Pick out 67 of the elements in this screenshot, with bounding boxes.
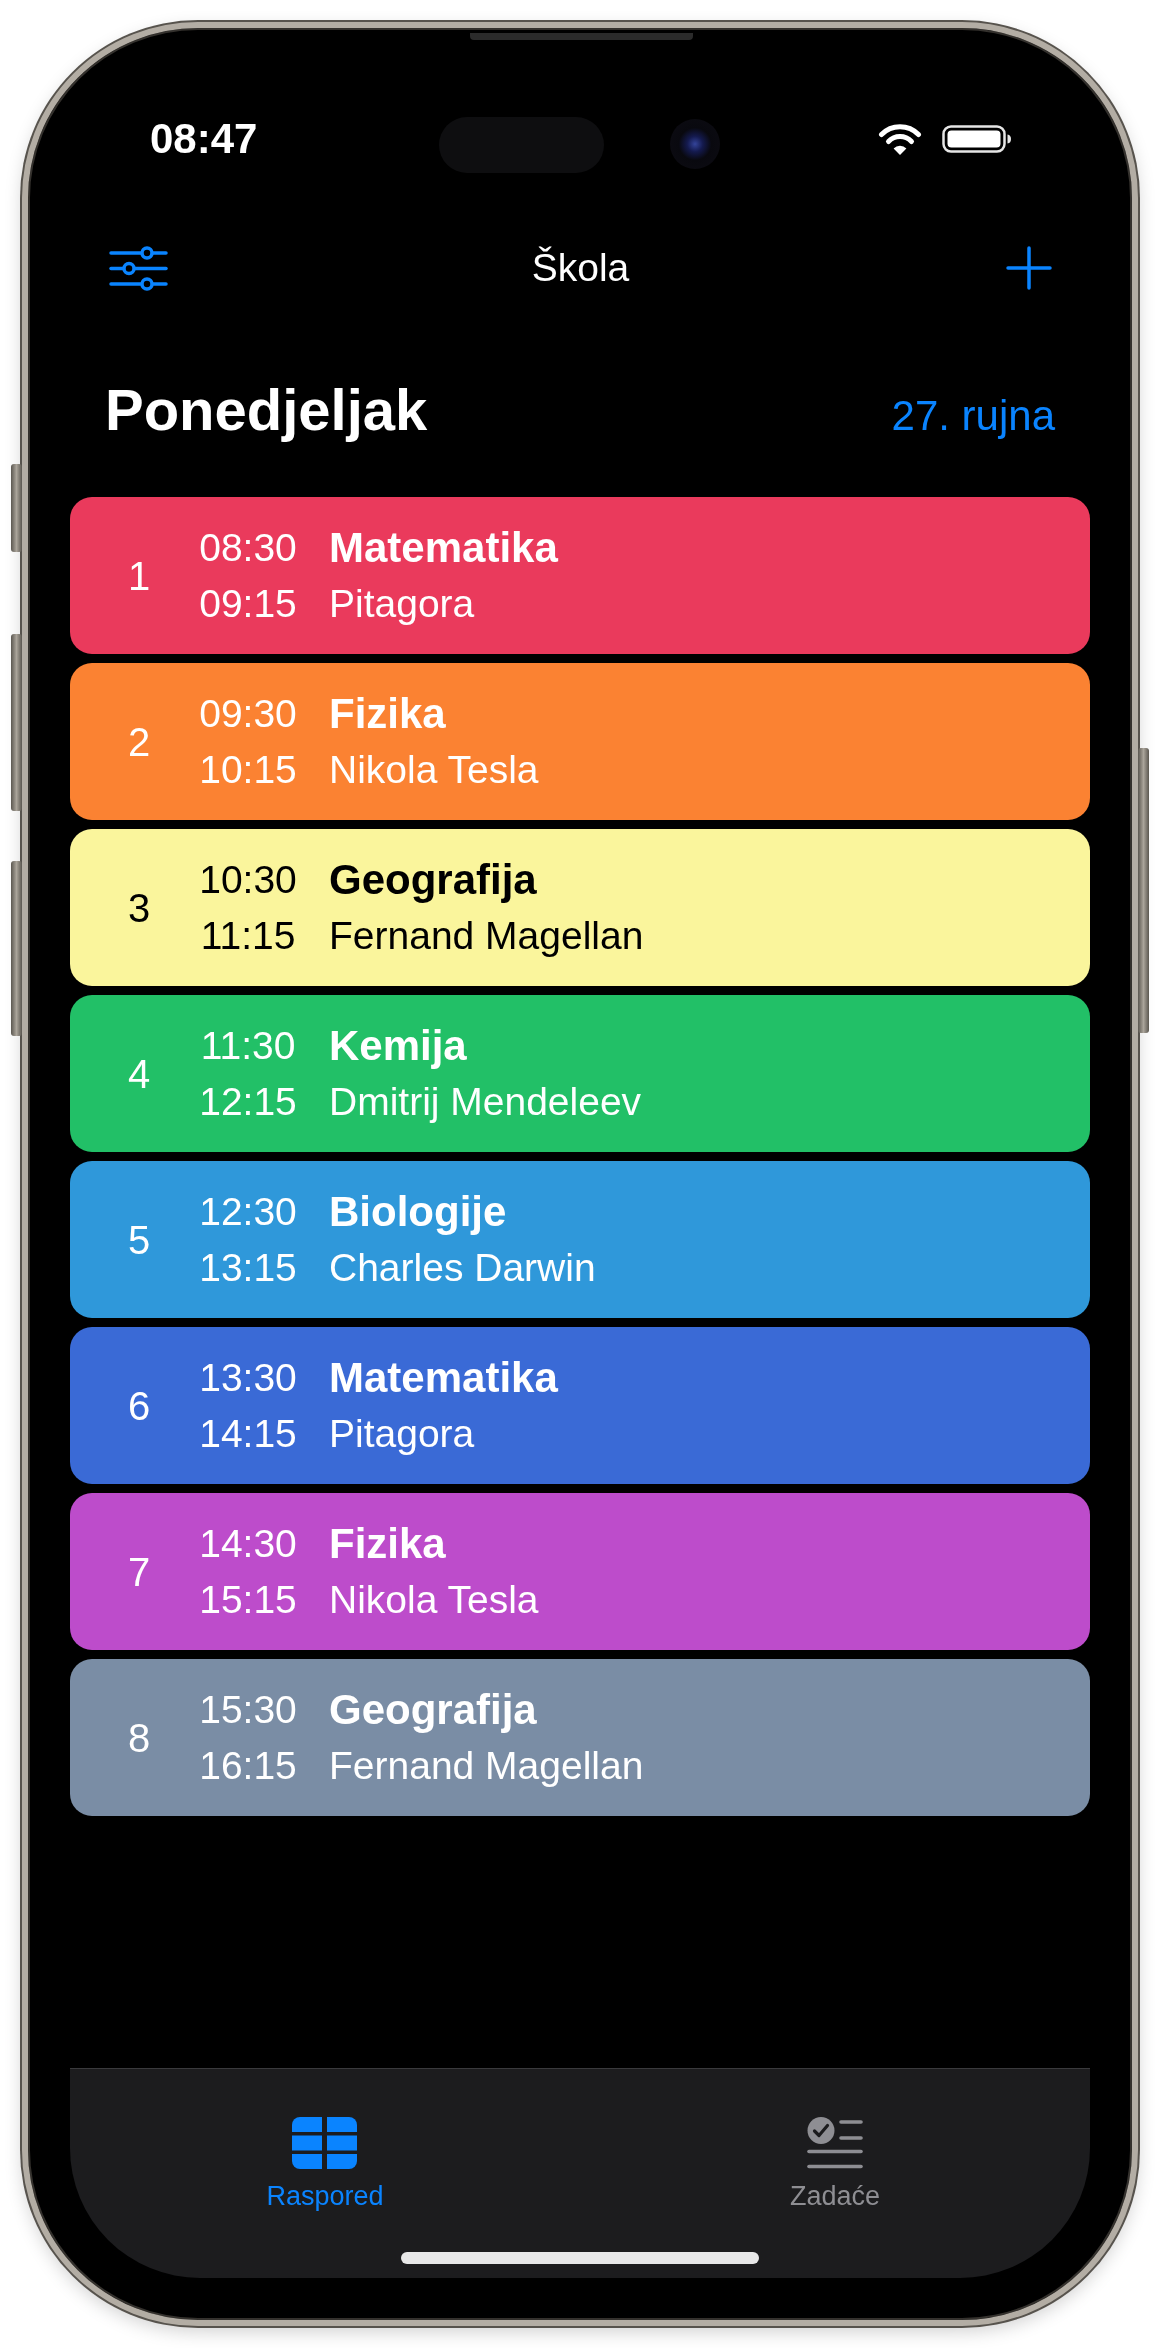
teacher-name: Dmitrij Mendeleev [329,1078,642,1125]
subject-name: Fizika [329,688,446,739]
lesson-number: 3 [127,884,151,931]
start-time: 14:30 [199,1520,297,1567]
volume-button[interactable] [11,861,22,1036]
end-time: 13:15 [199,1244,297,1291]
end-time: 11:15 [200,912,296,959]
subject-name: Kemija [329,1020,467,1071]
start-time: 09:30 [199,690,297,737]
end-time: 15:15 [199,1576,297,1623]
teacher-name: Fernand Magellan [329,1742,644,1789]
checklist-icon [807,2117,863,2169]
tab-item[interactable]: Raspored [260,2117,390,2211]
day-title: Ponedjeljak [105,377,428,443]
lesson-number: 8 [127,1714,151,1761]
subject-name: Fizika [329,1518,446,1569]
lesson-card[interactable]: 1 08:30 09:15 Matematika Pitagora [70,497,1090,654]
status-time: 08:47 [150,115,258,163]
lesson-card[interactable]: 6 13:30 14:15 Matematika Pitagora [70,1327,1090,1484]
tab-item[interactable]: Zadaće [783,2117,887,2211]
sliders-icon [109,245,168,291]
lesson-number: 7 [127,1548,151,1595]
teacher-name: Nikola Tesla [329,1576,539,1623]
end-time: 09:15 [199,580,297,627]
battery-icon [942,125,1012,153]
start-time: 08:30 [199,524,297,571]
lesson-number: 1 [127,552,151,599]
start-time: 12:30 [199,1188,297,1235]
subject-name: Matematika [329,1352,558,1403]
start-time: 13:30 [199,1354,297,1401]
end-time: 10:15 [199,746,297,793]
lesson-card[interactable]: 3 10:30 11:15 Geografija Fernand Magellan [70,829,1090,986]
teacher-name: Pitagora [329,1410,475,1457]
start-time: 11:30 [200,1022,296,1069]
side-button[interactable] [11,464,22,552]
camera-lens-icon [670,119,720,169]
lesson-card[interactable]: 2 09:30 10:15 Fizika Nikola Tesla [70,663,1090,820]
teacher-name: Charles Darwin [329,1244,596,1291]
lesson-card[interactable]: 7 14:30 15:15 Fizika Nikola Tesla [70,1493,1090,1650]
teacher-name: Fernand Magellan [329,912,644,959]
end-time: 12:15 [199,1078,297,1125]
end-time: 16:15 [199,1742,297,1789]
teacher-name: Nikola Tesla [329,746,539,793]
lesson-number: 2 [127,718,151,765]
filter-button[interactable] [109,245,168,291]
grid-icon [292,2117,358,2169]
end-time: 14:15 [199,1410,297,1457]
lesson-card[interactable]: 8 15:30 16:15 Geografija Fernand Magellan [70,1659,1090,1816]
wifi-icon [878,122,922,156]
plus-icon [1006,246,1052,290]
lesson-card[interactable]: 5 12:30 13:15 Biologije Charles Darwin [70,1161,1090,1318]
subject-name: Geografija [329,1684,537,1735]
nav-title: Škola [531,245,630,291]
subject-name: Matematika [329,522,558,573]
lesson-card[interactable]: 4 11:30 12:15 Kemija Dmitrij Mendeleev [70,995,1090,1152]
add-button[interactable] [1006,246,1052,290]
lesson-number: 5 [127,1216,151,1263]
teacher-name: Pitagora [329,580,475,627]
start-time: 10:30 [199,856,297,903]
lesson-number: 6 [127,1382,151,1429]
volume-button[interactable] [11,634,22,811]
start-time: 15:30 [199,1686,297,1733]
subject-name: Biologije [329,1186,507,1237]
date-link[interactable]: 27. rujna [891,391,1055,441]
lesson-number: 4 [127,1050,151,1097]
power-button[interactable] [1138,748,1149,1033]
subject-name: Geografija [329,854,537,905]
